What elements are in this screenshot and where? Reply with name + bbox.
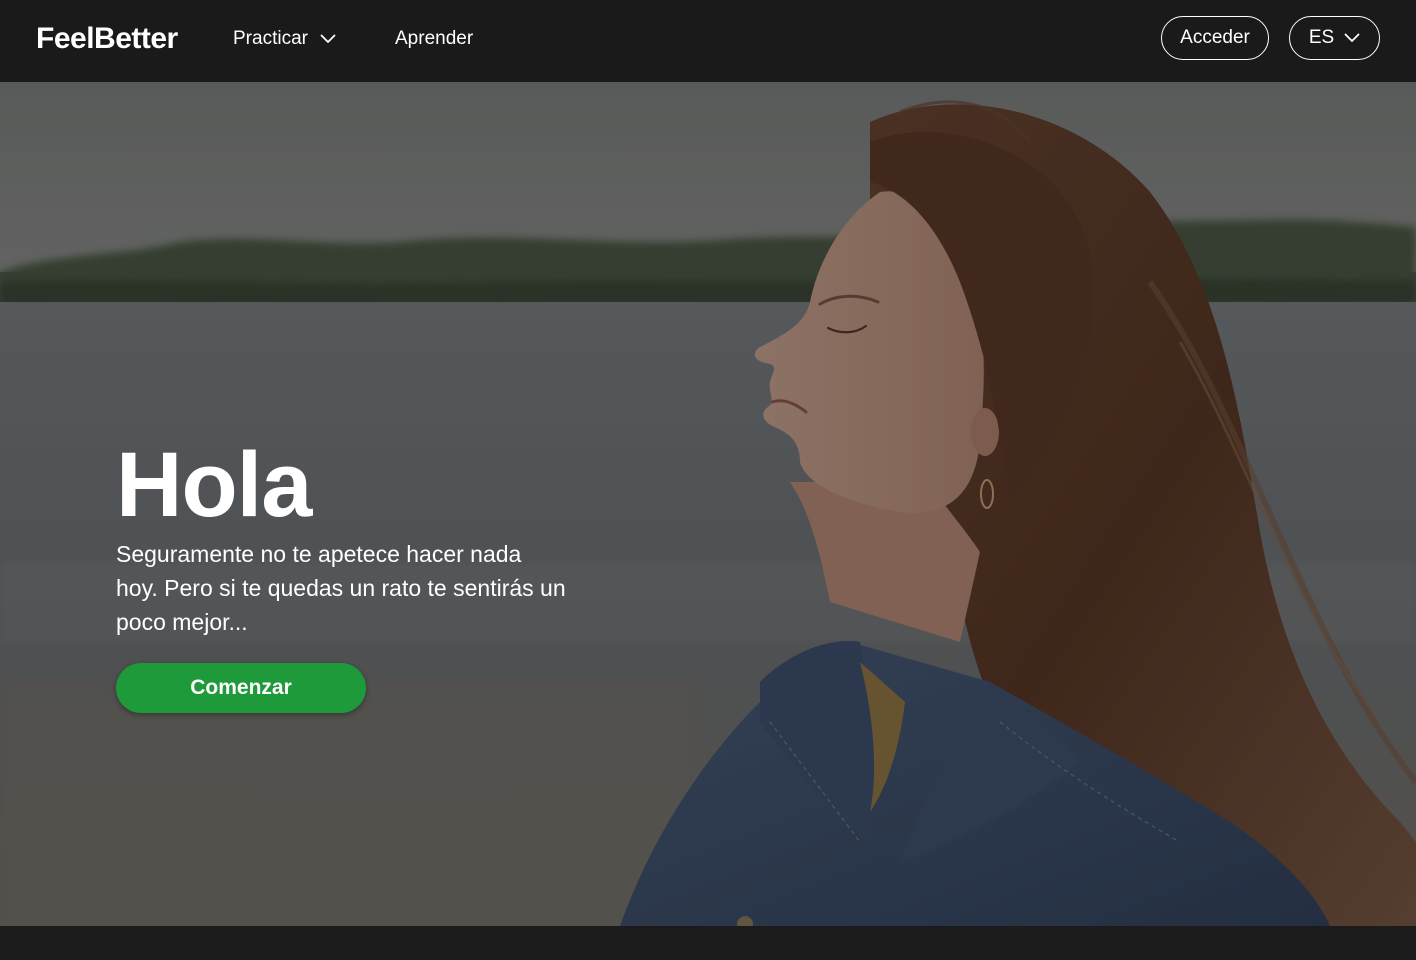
footer-strip <box>0 926 1416 960</box>
nav-practicar-label: Practicar <box>233 28 308 49</box>
login-button-label: Acceder <box>1180 27 1250 48</box>
start-button-label: Comenzar <box>190 676 292 699</box>
hero-title: Hola <box>116 434 312 536</box>
chevron-down-icon <box>320 34 336 44</box>
hero-subtitle: Seguramente no te apetece hacer nada hoy… <box>116 541 566 635</box>
chevron-down-icon <box>1344 33 1360 43</box>
hero-section: Hola Seguramente no te apetece hacer nad… <box>0 82 1416 926</box>
nav-aprender-label: Aprender <box>395 28 474 49</box>
login-button[interactable]: Acceder <box>1161 16 1269 60</box>
top-navbar: FeelBetter Practicar Aprender Acceder ES <box>0 0 1416 82</box>
nav-aprender-link[interactable]: Aprender <box>395 27 473 51</box>
language-selector-label: ES <box>1308 27 1335 48</box>
nav-practicar-dropdown[interactable]: Practicar <box>233 27 336 51</box>
feelbetter-logo[interactable]: FeelBetter <box>36 20 178 58</box>
language-selector[interactable]: ES <box>1289 16 1380 60</box>
page: FeelBetter Practicar Aprender Acceder ES <box>0 0 1416 960</box>
start-button[interactable]: Comenzar <box>116 663 366 713</box>
